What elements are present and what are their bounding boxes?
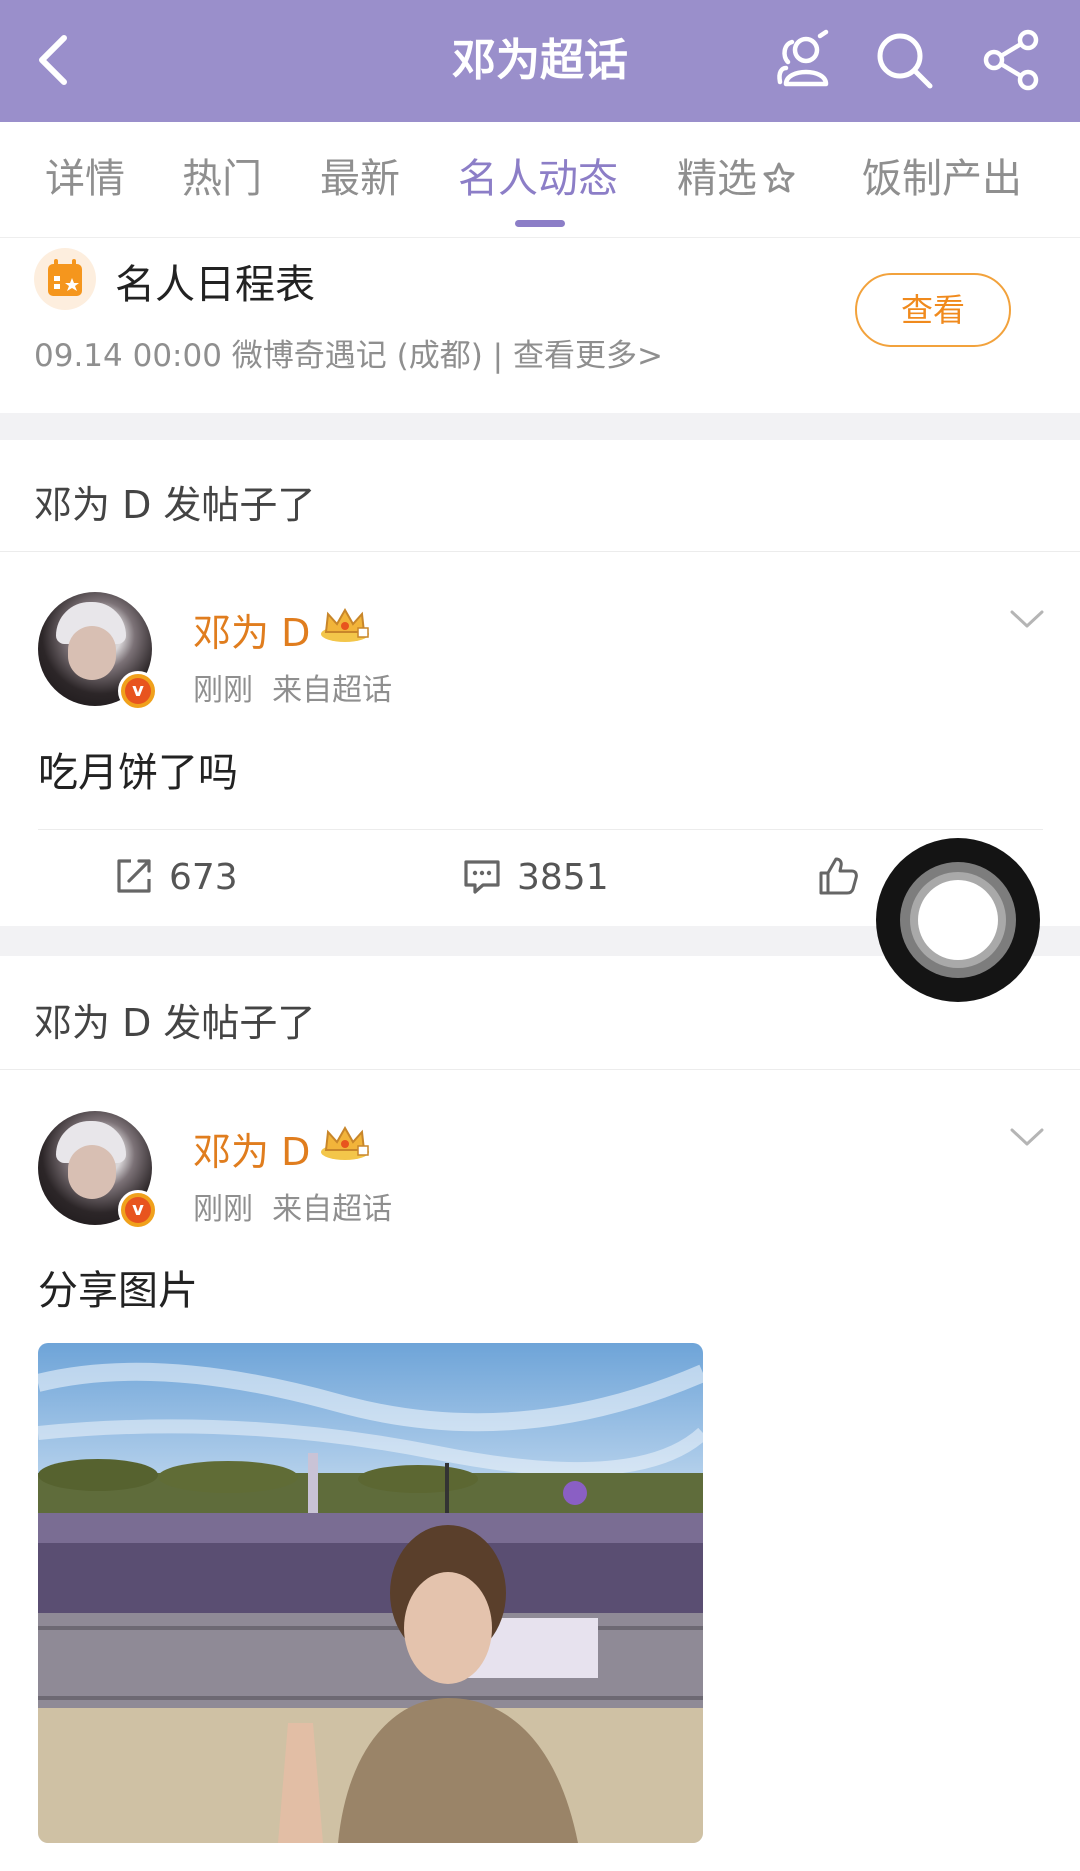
members-icon[interactable]	[772, 28, 836, 92]
celebrity-schedule: 名人日程表 09.14 00:00 微博奇遇记 (成都) | 查看更多> 查看	[0, 238, 1080, 413]
chevron-down-icon[interactable]	[1009, 607, 1045, 631]
assistive-touch-button[interactable]	[876, 838, 1040, 1002]
tab-bar: 详情 热门 最新 名人动态 精选 饭制产出	[0, 122, 1080, 238]
verified-badge-icon: v	[118, 1190, 158, 1230]
tab-details[interactable]: 详情	[45, 122, 125, 237]
verified-badge-icon: v	[118, 671, 158, 711]
calendar-icon	[34, 248, 96, 310]
post-source: 来自超话	[272, 673, 393, 708]
crowd-selfie-photo	[38, 1362, 703, 1843]
tab-hot[interactable]: 热门	[182, 122, 262, 237]
post-image[interactable]	[38, 1343, 703, 1843]
search-icon[interactable]	[872, 28, 936, 92]
post-time: 刚刚	[193, 673, 253, 708]
separator	[0, 551, 1080, 552]
comment-icon	[464, 860, 500, 894]
section-divider	[0, 413, 1080, 440]
tab-featured-label: 精选	[677, 156, 757, 202]
back-arrow-icon[interactable]	[26, 30, 86, 90]
active-tab-indicator	[515, 220, 565, 227]
post-time: 刚刚	[193, 1192, 253, 1227]
tab-latest[interactable]: 最新	[320, 122, 400, 237]
username[interactable]: 邓为 D	[193, 1121, 310, 1176]
crown-badge-icon	[321, 607, 369, 642]
repost-icon	[117, 859, 151, 893]
post-section-label: 邓为 D 发帖子了	[34, 483, 316, 527]
post-content: 吃月饼了吗	[38, 750, 238, 796]
chevron-down-icon[interactable]	[1009, 1125, 1045, 1149]
schedule-title: 名人日程表	[115, 262, 315, 308]
tab-featured[interactable]: 精选	[677, 122, 799, 237]
post-content: 分享图片	[38, 1268, 198, 1314]
separator	[38, 829, 1043, 830]
top-bar: 邓为超话	[0, 0, 1080, 122]
share-icon[interactable]	[980, 28, 1044, 92]
post-source: 来自超话	[272, 1192, 393, 1227]
crown-badge-icon	[321, 1125, 369, 1160]
post-meta: 刚刚 来自超话	[193, 1184, 392, 1228]
repost-button[interactable]: 673	[113, 838, 238, 918]
like-button[interactable]	[816, 838, 876, 918]
separator	[0, 1069, 1080, 1070]
comment-button[interactable]: 3851	[461, 838, 609, 918]
repost-count: 673	[169, 857, 238, 898]
post-meta: 刚刚 来自超话	[193, 665, 392, 709]
fan-icon	[763, 162, 795, 193]
username[interactable]: 邓为 D	[193, 602, 310, 657]
tab-fan-works[interactable]: 饭制产出	[862, 122, 1022, 237]
comment-count: 3851	[517, 857, 609, 898]
like-thumb-icon	[819, 857, 858, 895]
view-schedule-button[interactable]: 查看	[855, 273, 1011, 347]
post-section-label: 邓为 D 发帖子了	[34, 1001, 316, 1045]
schedule-subtitle[interactable]: 09.14 00:00 微博奇遇记 (成都) | 查看更多>	[34, 330, 663, 375]
